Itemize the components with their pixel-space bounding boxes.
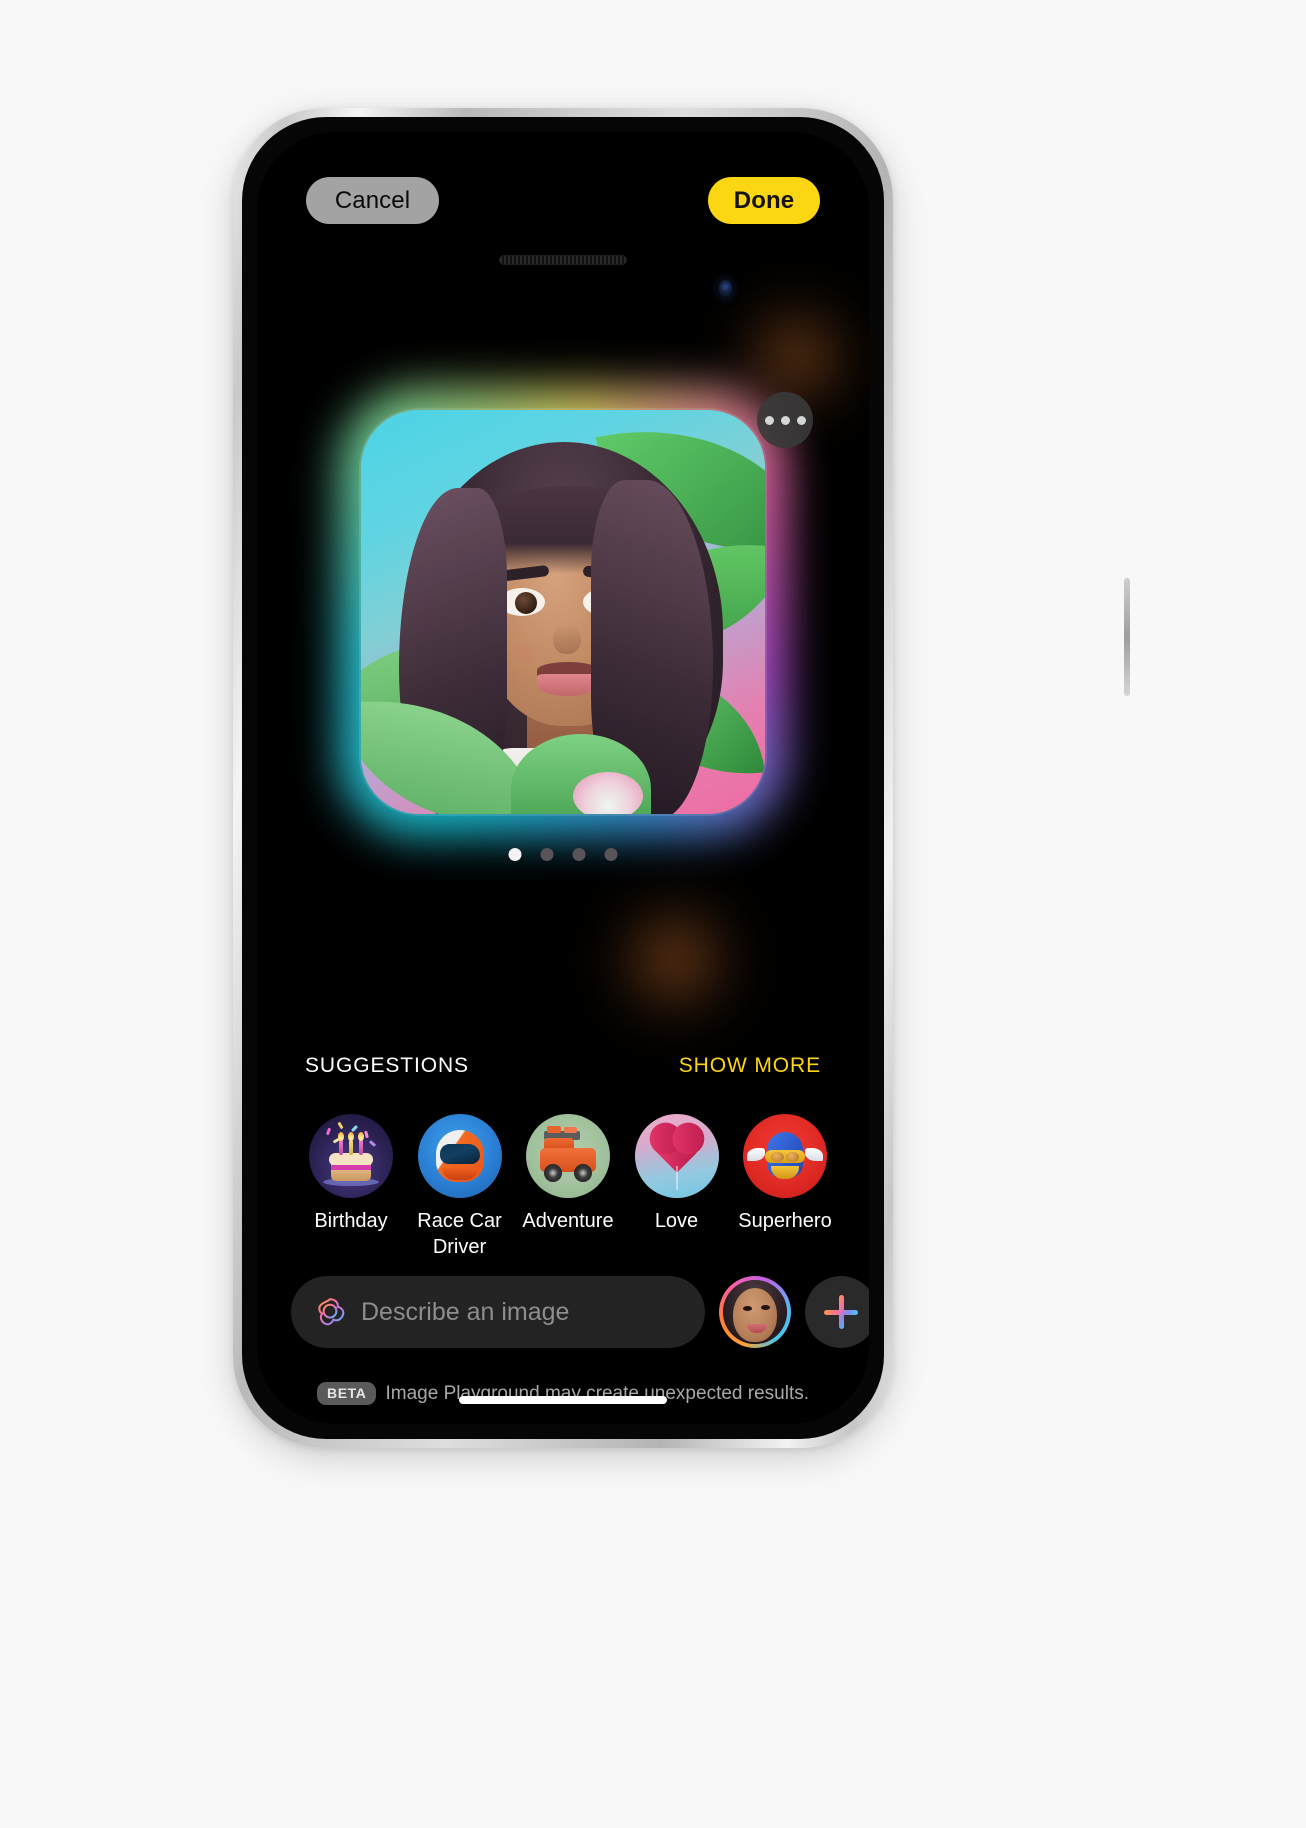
suggestions-row: Birthday Race Car Driver Adventure Love …	[297, 1114, 839, 1260]
page-dot-1[interactable]	[508, 848, 522, 861]
subject-lip-bottom	[537, 674, 599, 696]
generated-image[interactable]	[361, 410, 765, 814]
phone-device-frame: Cancel Done SUGGESTIONS SHOW MORE Birthd…	[233, 108, 1130, 1448]
page-dot-3[interactable]	[572, 848, 586, 861]
apple-intelligence-icon	[318, 1298, 345, 1326]
input-bar	[291, 1276, 869, 1348]
status-badge: BETA	[317, 1382, 377, 1405]
heart-balloon-icon	[634, 1114, 719, 1198]
suggestion-label: Race Car Driver	[417, 1210, 502, 1258]
top-bar: Cancel Done	[257, 174, 869, 230]
show-more-button[interactable]: SHOW MORE	[679, 1054, 821, 1078]
ellipsis-dot	[764, 415, 774, 425]
phone-screen: Cancel Done SUGGESTIONS SHOW MORE Birthd…	[257, 132, 869, 1424]
suggestions-header: SUGGESTIONS SHOW MORE	[305, 1054, 821, 1078]
avatar-eye	[761, 1305, 770, 1310]
front-camera-icon	[719, 280, 732, 297]
subject-iris	[515, 592, 537, 614]
describe-field[interactable]	[291, 1276, 705, 1348]
done-button[interactable]: Done	[708, 177, 820, 224]
suggestion-item-superhero[interactable]: Superhero	[731, 1114, 839, 1260]
screenshot-stage: Cancel Done SUGGESTIONS SHOW MORE Birthd…	[0, 0, 1306, 1828]
suggestion-item-adventure[interactable]: Adventure	[514, 1114, 622, 1260]
avatar-eye	[743, 1306, 752, 1311]
generated-image-card[interactable]	[339, 388, 787, 836]
birthday-cake-icon	[309, 1114, 393, 1198]
suggestion-item-love[interactable]: Love	[623, 1114, 731, 1260]
superhero-mask-icon	[743, 1114, 827, 1198]
ellipsis-dot	[796, 415, 806, 425]
suggestions-title: SUGGESTIONS	[305, 1054, 469, 1077]
describe-input[interactable]	[361, 1297, 683, 1327]
suggestion-item-birthday[interactable]: Birthday	[297, 1114, 405, 1260]
page-indicator-dots[interactable]	[508, 848, 618, 861]
avatar-face	[733, 1288, 777, 1342]
phone-bezel: Cancel Done SUGGESTIONS SHOW MORE Birthd…	[242, 117, 884, 1439]
page-dot-4[interactable]	[604, 848, 618, 861]
racing-helmet-icon	[417, 1114, 502, 1198]
plus-vertical-bar	[838, 1295, 844, 1329]
plus-icon[interactable]	[805, 1276, 869, 1348]
home-indicator[interactable]	[459, 1396, 667, 1404]
power-button[interactable]	[1124, 578, 1130, 696]
earpiece-speaker-grille	[499, 255, 627, 265]
flower-decoration	[573, 772, 643, 814]
suggestion-label: Superhero	[738, 1210, 832, 1232]
image-playground-app: Cancel Done SUGGESTIONS SHOW MORE Birthd…	[257, 132, 869, 1424]
subject-cheek	[507, 642, 543, 664]
off-road-jeep-icon	[526, 1114, 610, 1198]
suggestion-label: Birthday	[314, 1210, 388, 1232]
cancel-button[interactable]: Cancel	[306, 177, 439, 224]
page-dot-2[interactable]	[540, 848, 554, 861]
ellipsis-icon[interactable]	[757, 392, 813, 448]
bokeh-glow-bottom-mid	[607, 897, 742, 1022]
avatar-photo	[723, 1280, 787, 1344]
suggestion-item-race-car-driver[interactable]: Race Car Driver	[406, 1114, 514, 1260]
ellipsis-dot	[780, 415, 790, 425]
suggestion-label: Love	[654, 1210, 699, 1232]
avatar[interactable]	[719, 1276, 791, 1348]
subject-nose	[553, 624, 581, 654]
suggestion-label: Adventure	[522, 1210, 614, 1232]
